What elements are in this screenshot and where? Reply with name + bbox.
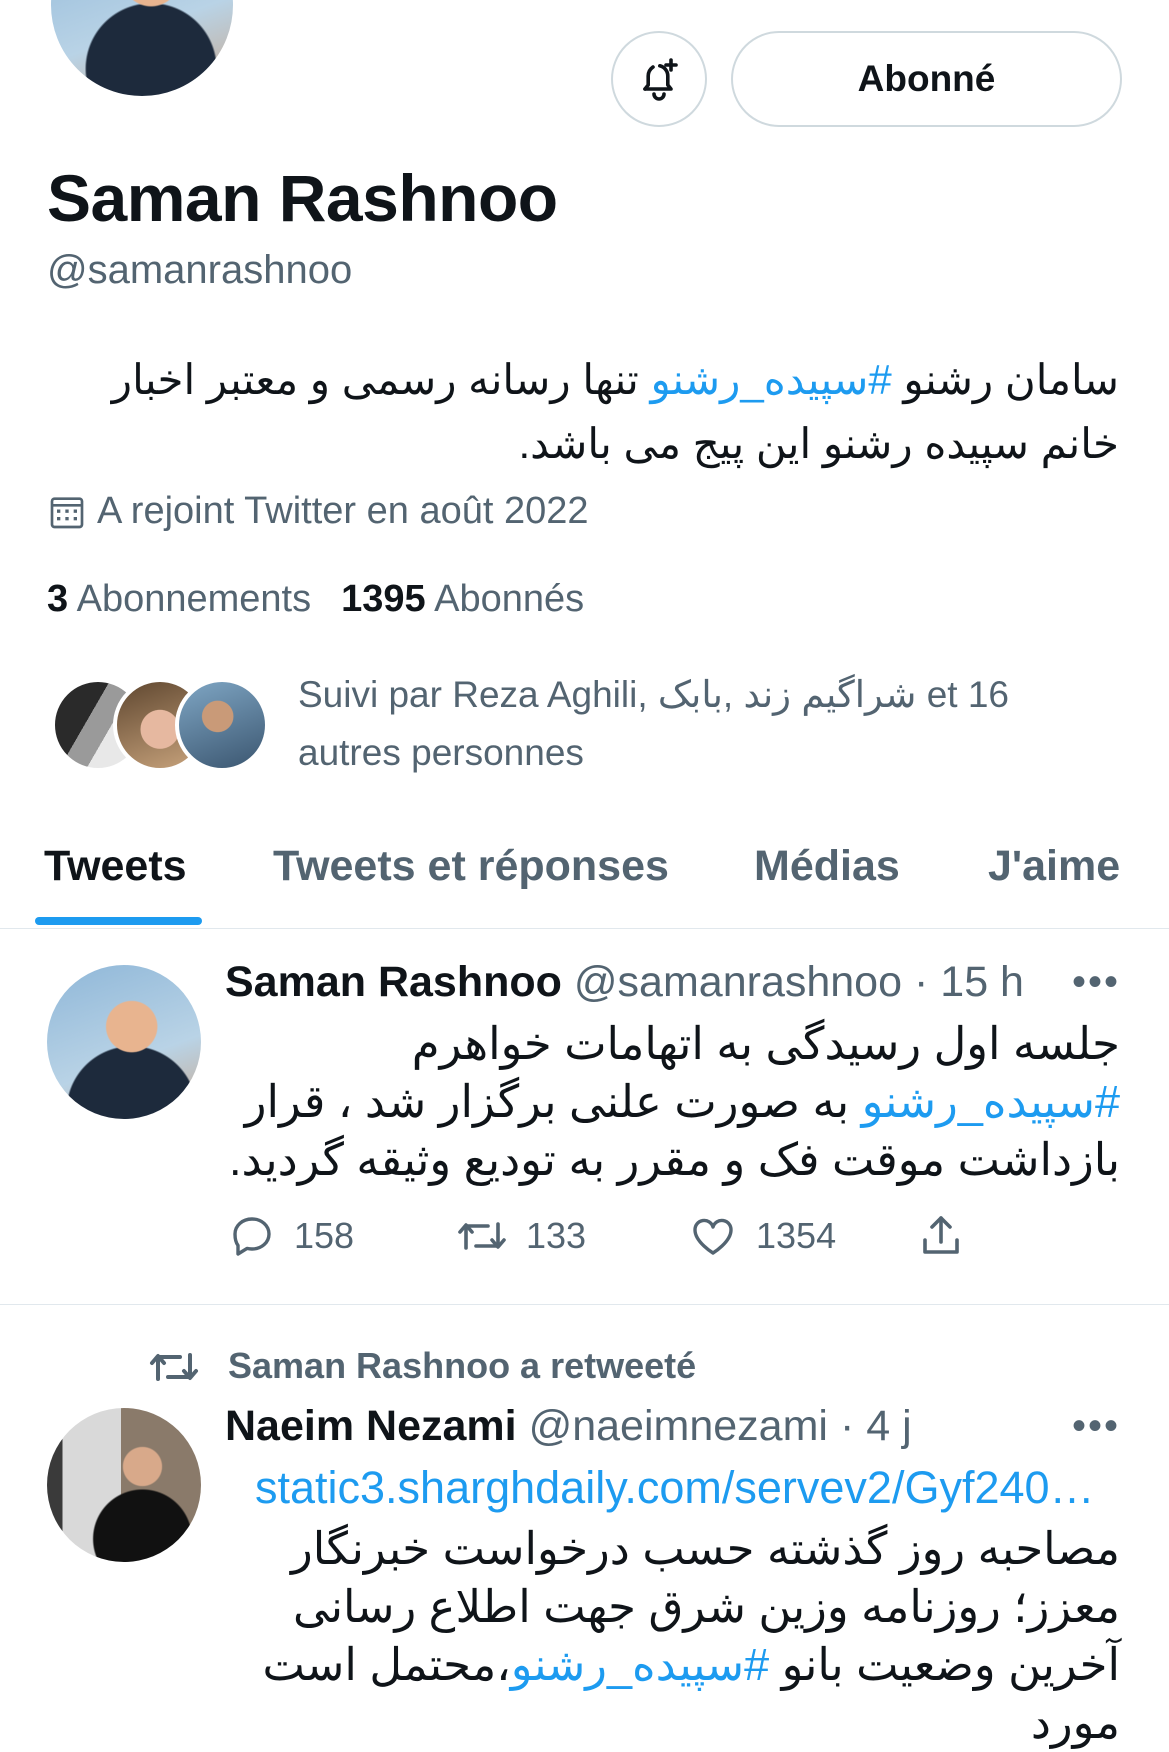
followers-count: 1395 — [341, 578, 426, 620]
follower-avatar — [175, 678, 269, 772]
following-label: Abonnements — [76, 578, 312, 620]
more-options-icon[interactable]: ••• — [1072, 1404, 1120, 1449]
followers-label: Abonnés — [434, 578, 585, 620]
heart-icon — [693, 1218, 733, 1255]
following-count: 3 — [47, 578, 69, 620]
tweet-time[interactable]: · 4 j — [840, 1402, 912, 1451]
bell-plus-icon — [643, 58, 678, 101]
tweet-author-handle[interactable]: @samanrashnoo — [574, 958, 902, 1007]
tweet-hashtag-link[interactable]: #سپیده_رشنو — [862, 1076, 1120, 1127]
bio-text: سامان رشنو — [891, 356, 1119, 403]
divider — [0, 1304, 1169, 1305]
share-button[interactable] — [916, 1212, 966, 1260]
reply-button[interactable]: 158 — [228, 1212, 354, 1260]
notifications-button[interactable] — [611, 31, 707, 127]
tweet-text-part: جلسه اول رسیدگی به اتهامات خواهرم — [411, 1018, 1120, 1069]
followers-link[interactable]: 1395 Abonnés — [341, 578, 584, 621]
profile-tabs: Tweets Tweets et réponses Médias J'aime — [0, 820, 1169, 928]
reply-count: 158 — [294, 1215, 355, 1256]
active-tab-indicator — [35, 917, 202, 925]
joined-date: A rejoint Twitter en août 2022 — [47, 490, 589, 533]
divider — [0, 928, 1169, 929]
following-link[interactable]: 3 Abonnements — [47, 578, 311, 621]
retweet-button[interactable]: 133 — [456, 1212, 586, 1260]
retweet-icon — [458, 1222, 506, 1250]
share-icon — [923, 1216, 959, 1254]
tweet-author-avatar[interactable] — [47, 965, 201, 1119]
like-button[interactable]: 1354 — [688, 1212, 836, 1260]
tab-tweets-replies[interactable]: Tweets et réponses — [273, 842, 669, 891]
retweeted-by-label[interactable]: Saman Rashnoo a retweeté — [228, 1345, 696, 1387]
tweet-url-link[interactable]: static3.sharghdaily.com/servev2/Gyf240… — [255, 1462, 1095, 1514]
following-button[interactable]: Abonné — [731, 31, 1122, 127]
tab-likes[interactable]: J'aime — [988, 842, 1120, 891]
profile-stats: 3 Abonnements 1395 Abonnés — [47, 578, 584, 621]
like-count: 1354 — [756, 1215, 837, 1256]
tweet-time[interactable]: · 15 h — [914, 958, 1024, 1007]
tab-tweets[interactable]: Tweets — [44, 842, 187, 891]
followed-by-text[interactable]: Suivi par Reza Aghili, شراگیم زند ,بابک … — [298, 666, 1058, 782]
tweet-text: مصاحبه روز گذشته حسب درخواست خبرنگار معز… — [225, 1520, 1121, 1752]
tweet-author-avatar[interactable] — [47, 1408, 201, 1562]
joined-text: A rejoint Twitter en août 2022 — [97, 490, 589, 532]
profile-avatar[interactable] — [47, 0, 237, 100]
more-options-icon[interactable]: ••• — [1072, 960, 1120, 1005]
retweet-icon — [150, 1353, 198, 1381]
tweet-author-name[interactable]: Naeim Nezami — [225, 1402, 517, 1451]
tweet-hashtag-link[interactable]: #سپیده_رشنو — [511, 1639, 769, 1690]
tweet-header: Naeim Nezami @naeimnezami · 4 j — [225, 1402, 912, 1451]
tweet-author-name[interactable]: Saman Rashnoo — [225, 958, 562, 1007]
profile-handle: @samanrashnoo — [47, 248, 353, 292]
tab-media[interactable]: Médias — [754, 842, 900, 891]
reply-icon — [233, 1217, 271, 1256]
tweet-author-handle[interactable]: @naeimnezami — [529, 1402, 828, 1451]
bio-hashtag-link[interactable]: #سپیده_رشنو — [651, 356, 892, 403]
calendar-icon — [50, 496, 84, 528]
profile-bio: سامان رشنو #سپیده_رشنو تنها رسانه رسمی و… — [47, 348, 1119, 476]
tweet-text: جلسه اول رسیدگی به اتهامات خواهرم #سپیده… — [225, 1015, 1120, 1189]
retweet-count: 133 — [526, 1215, 587, 1256]
profile-name: Saman Rashnoo — [47, 161, 558, 235]
tweet-header: Saman Rashnoo @samanrashnoo · 15 h — [225, 958, 1024, 1007]
